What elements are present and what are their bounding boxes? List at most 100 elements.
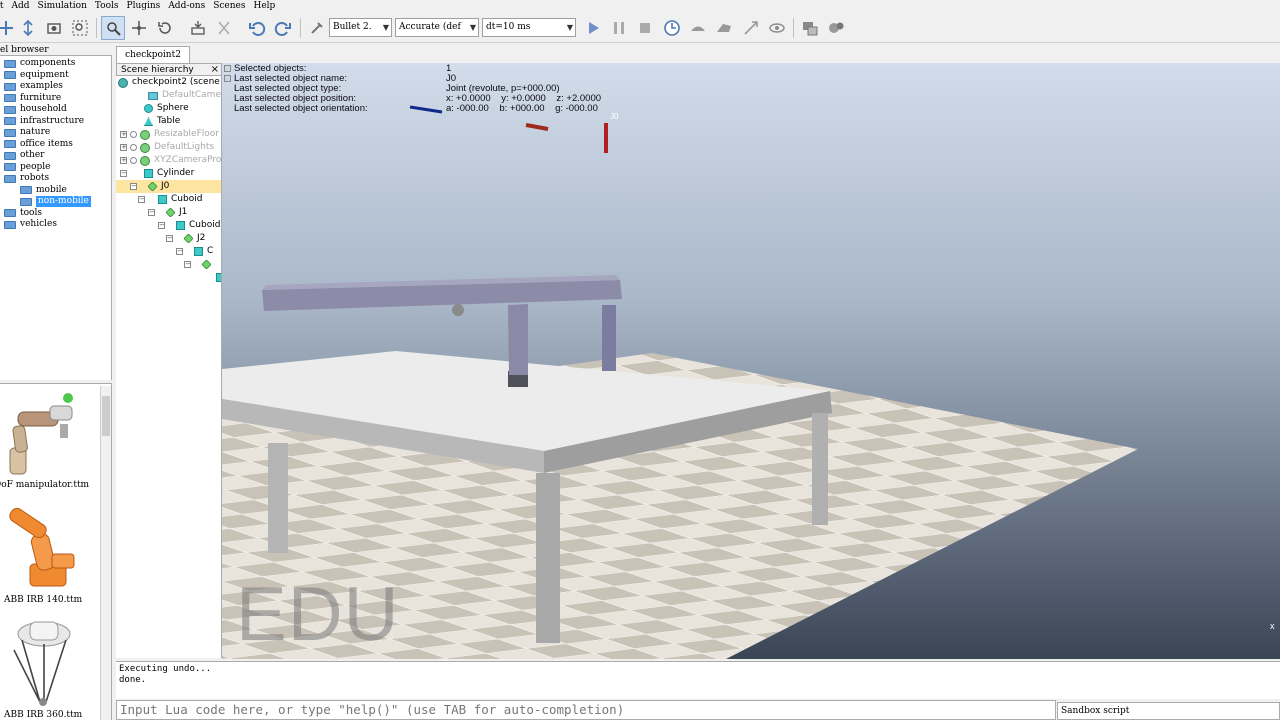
collapse-icon[interactable]: − <box>166 235 173 242</box>
camera-fit-icon[interactable] <box>42 16 66 40</box>
folder-examples[interactable]: examples <box>4 81 63 92</box>
play-icon[interactable] <box>581 16 605 40</box>
accuracy-select[interactable]: Accurate (def ▼ <box>395 18 479 37</box>
folder-equipment[interactable]: equipment <box>4 70 69 81</box>
folder-robots[interactable]: robots <box>4 173 49 184</box>
overlay-toggle-icon[interactable] <box>224 65 231 72</box>
physics-engine-select[interactable]: Bullet 2. ▼ <box>329 18 392 37</box>
tree-item-j0[interactable]: − J0 <box>116 180 221 193</box>
assemble-icon[interactable] <box>186 16 210 40</box>
undo-icon[interactable] <box>245 16 269 40</box>
collapse-icon[interactable]: − <box>138 196 145 203</box>
model-thumbnails-scrollbar[interactable] <box>100 386 111 720</box>
tree-item-default-camera[interactable]: DefaultCamera <box>148 89 221 102</box>
expand-icon[interactable]: + <box>120 157 127 164</box>
folder-icon <box>4 209 16 217</box>
tree-item-cuboid-2[interactable]: − Cuboid <box>158 219 220 232</box>
tree-item-j3[interactable]: − <box>184 258 215 271</box>
folder-nature[interactable]: nature <box>4 127 50 138</box>
dynamics-icon[interactable] <box>305 16 329 40</box>
faster-icon[interactable] <box>712 16 736 40</box>
folder-tools[interactable]: tools <box>4 208 42 219</box>
manipulator-thumbnail[interactable] <box>0 386 96 482</box>
realtime-icon[interactable] <box>660 16 684 40</box>
thumb-label-abb-irb-140: ABB IRB 140.ttm <box>4 595 83 605</box>
menu-help[interactable]: Help <box>250 0 280 13</box>
folder-vehicles[interactable]: vehicles <box>4 219 57 230</box>
redo-icon[interactable] <box>271 16 295 40</box>
collapse-icon[interactable]: − <box>184 261 191 268</box>
thread-icon[interactable] <box>739 16 763 40</box>
folder-icon <box>4 105 16 114</box>
pause-icon[interactable] <box>607 16 631 40</box>
scene-viewport[interactable]: J0 x Selected objects: Last selected obj… <box>222 63 1280 659</box>
tree-item-sphere[interactable]: Sphere <box>144 102 189 115</box>
tree-item-cylinder[interactable]: − Cylinder <box>120 167 194 180</box>
folder-icon <box>4 140 16 148</box>
cuboid-shape-icon <box>194 247 203 256</box>
collapse-icon[interactable]: − <box>158 222 165 229</box>
menu-plugins[interactable]: Plugins <box>123 0 165 13</box>
object-shift-icon[interactable] <box>127 16 151 40</box>
menu-edit[interactable]: it <box>0 0 8 13</box>
folder-household[interactable]: household <box>4 104 67 115</box>
joint-axis-x <box>409 105 443 114</box>
scene-3d-render[interactable]: J0 x <box>222 63 1280 659</box>
timestep-select[interactable]: dt=10 ms ▼ <box>482 18 576 37</box>
visibility-icon[interactable] <box>130 144 137 151</box>
object-select-icon[interactable] <box>101 16 125 40</box>
menu-scenes[interactable]: Scenes <box>209 0 249 13</box>
collapse-icon[interactable]: − <box>120 170 127 177</box>
collapse-icon[interactable]: − <box>130 183 137 190</box>
folder-office-items[interactable]: office items <box>4 139 73 150</box>
folder-furniture[interactable]: furniture <box>4 93 61 104</box>
tree-item-default-lights[interactable]: + DefaultLights <box>120 141 214 154</box>
tab-checkpoint2[interactable]: checkpoint2 <box>116 46 190 63</box>
folder-infrastructure[interactable]: infrastructure <box>4 116 84 127</box>
menu-simulation[interactable]: Simulation <box>34 0 91 13</box>
folder-icon <box>4 163 16 171</box>
folder-other[interactable]: other <box>4 150 44 161</box>
tree-item-j1[interactable]: − J1 <box>148 206 187 219</box>
tree-item-resizable-floor[interactable]: + ResizableFloor <box>120 128 219 141</box>
camera-zoom-fit-icon[interactable] <box>68 16 92 40</box>
menu-add[interactable]: Add <box>8 0 34 13</box>
tree-item-j2[interactable]: − J2 <box>166 232 205 245</box>
tree-item-table[interactable]: Table <box>144 115 180 128</box>
folder-people[interactable]: people <box>4 162 50 173</box>
folder-components[interactable]: components <box>4 58 75 69</box>
cuboid-shape-icon <box>176 221 185 230</box>
folder-non-mobile[interactable]: non-mobile <box>20 196 91 207</box>
object-rotate-icon[interactable] <box>153 16 177 40</box>
tree-item-xyz-camera-proxy[interactable]: +XYZCameraProxy <box>120 154 221 167</box>
overlay-collapse-icon[interactable] <box>224 75 231 82</box>
menu-addons[interactable]: Add-ons <box>164 0 209 13</box>
slower-icon[interactable] <box>686 16 710 40</box>
scene-icon <box>118 77 128 88</box>
close-icon[interactable]: × <box>211 64 219 75</box>
scene-objects-icon[interactable] <box>798 16 822 40</box>
sandbox-script-selector[interactable]: Sandbox script <box>1057 702 1280 720</box>
lua-command-input[interactable]: Input Lua code here, or type "help()" (u… <box>116 700 1056 720</box>
folder-icon <box>4 174 16 183</box>
status-console: Executing undo... done. <box>116 661 1280 699</box>
tree-item-cuboid-3[interactable]: − C <box>176 245 213 258</box>
collapse-icon[interactable]: − <box>176 248 183 255</box>
abb-irb-140-thumbnail[interactable] <box>0 500 96 594</box>
camera-shift-icon[interactable] <box>16 16 40 40</box>
menu-tools[interactable]: Tools <box>91 0 123 13</box>
tree-item-cuboid-1[interactable]: − Cuboid <box>138 193 202 206</box>
collapse-icon[interactable]: − <box>148 209 155 216</box>
visualization-icon[interactable] <box>765 16 789 40</box>
abb-irb-360-thumbnail[interactable] <box>0 616 96 710</box>
joint-frame-label: J0 <box>610 112 619 121</box>
tree-item-scene[interactable]: checkpoint2 (scene 1 <box>118 76 221 89</box>
folder-mobile[interactable]: mobile <box>20 185 67 196</box>
expand-icon[interactable]: + <box>120 144 127 151</box>
visibility-icon[interactable] <box>130 157 137 164</box>
visibility-icon[interactable] <box>130 131 137 138</box>
stop-icon[interactable] <box>633 16 657 40</box>
settings-icon[interactable] <box>824 16 848 40</box>
expand-icon[interactable]: + <box>120 131 127 138</box>
transfer-dna-icon[interactable] <box>212 16 236 40</box>
